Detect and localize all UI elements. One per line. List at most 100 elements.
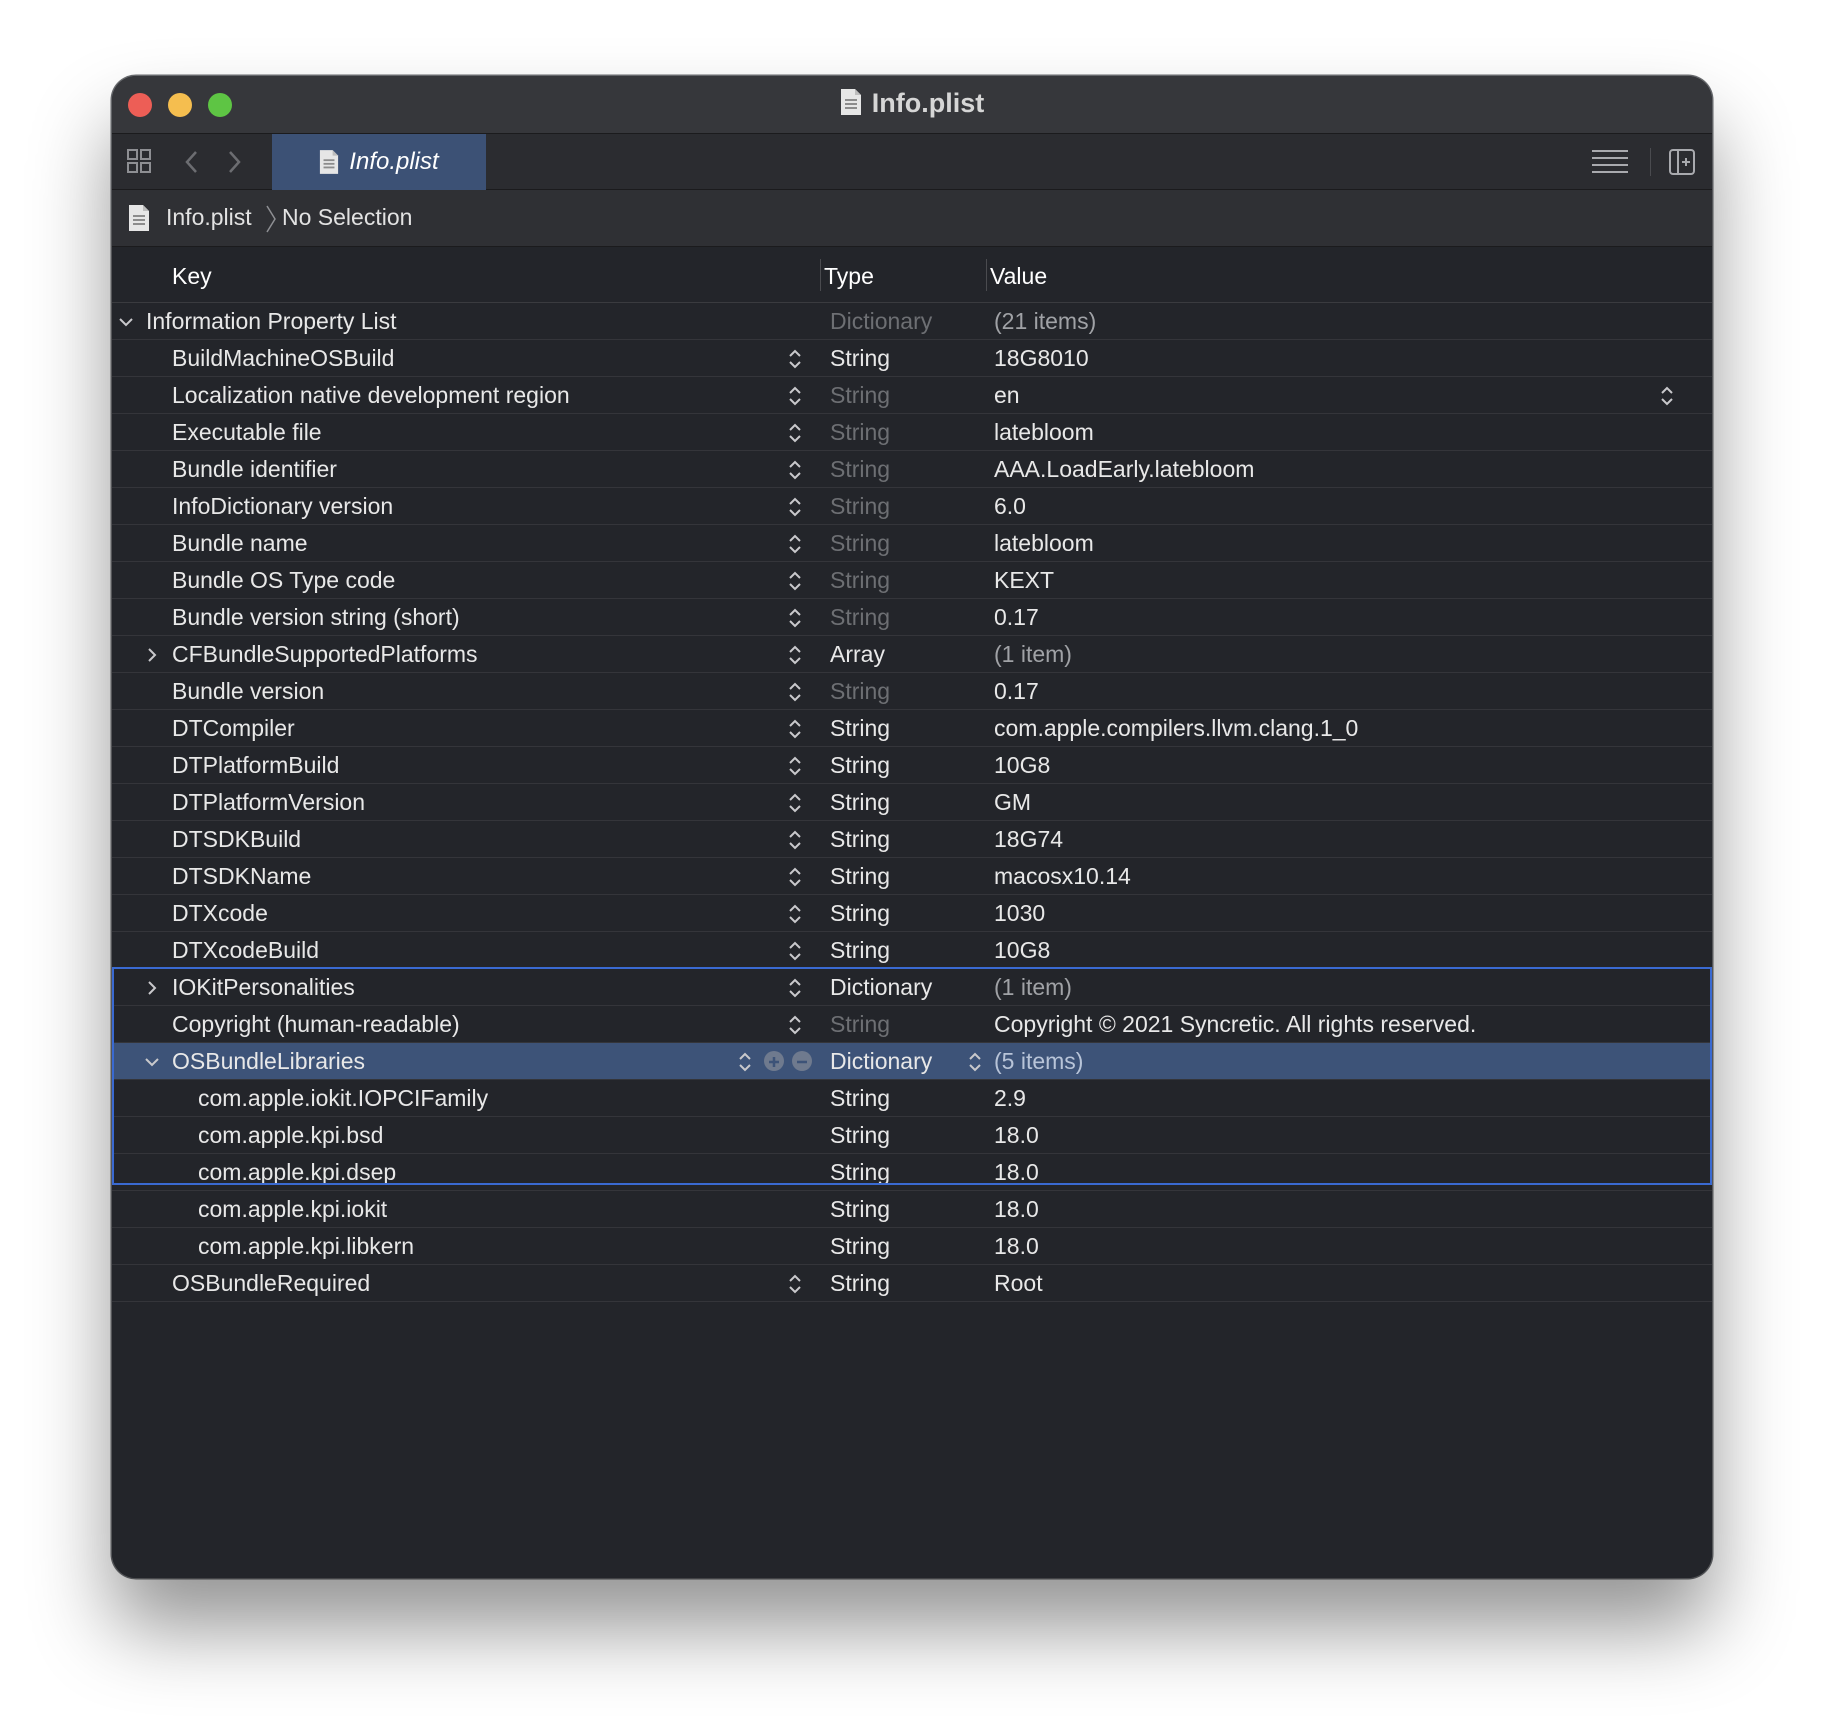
plist-row[interactable]: com.apple.kpi.iokit String 18.0 — [112, 1191, 1712, 1228]
row-value[interactable]: 10G8 — [994, 937, 1050, 964]
type-stepper-icon[interactable] — [788, 829, 802, 851]
plist-row[interactable]: Bundle identifier String AAA.LoadEarly.lat… — [112, 451, 1712, 488]
plist-row[interactable]: DTCompiler String com.apple.compilers.llvm… — [112, 710, 1712, 747]
row-type[interactable]: String — [830, 678, 890, 705]
type-stepper-icon[interactable] — [788, 607, 802, 629]
editor-options-lines-icon[interactable] — [1592, 148, 1628, 176]
row-type[interactable]: String — [830, 752, 890, 779]
plist-row[interactable]: InfoDictionary version String 6.0 — [112, 488, 1712, 525]
plist-row[interactable]: Localization native development region St… — [112, 377, 1712, 414]
breadcrumb-file[interactable]: Info.plist — [166, 204, 252, 231]
row-type[interactable]: String — [830, 863, 890, 890]
row-type[interactable]: Array — [830, 641, 885, 668]
column-type[interactable]: Type — [824, 263, 874, 290]
row-type[interactable]: String — [830, 1085, 890, 1112]
plist-row[interactable]: com.apple.kpi.libkern String 18.0 — [112, 1228, 1712, 1265]
disclosure-expanded-icon[interactable] — [144, 1054, 160, 1070]
plist-row[interactable]: Bundle version String 0.17 — [112, 673, 1712, 710]
row-type[interactable]: String — [830, 493, 890, 520]
forward-chevron-icon[interactable] — [226, 150, 242, 174]
type-popup-stepper-icon[interactable] — [968, 1051, 982, 1073]
plist-row[interactable]: DTXcodeBuild String 10G8 — [112, 932, 1712, 969]
row-value[interactable]: (1 item) — [994, 974, 1072, 1001]
plist-row[interactable]: Bundle name String latebloom — [112, 525, 1712, 562]
row-value[interactable]: 0.17 — [994, 678, 1039, 705]
type-stepper-icon[interactable] — [788, 385, 802, 407]
disclosure-collapsed-icon[interactable] — [144, 647, 160, 663]
row-type[interactable]: Dictionary — [830, 308, 932, 335]
row-type[interactable]: String — [830, 900, 890, 927]
type-stepper-icon[interactable] — [788, 348, 802, 370]
row-type[interactable]: String — [830, 1196, 890, 1223]
row-type[interactable]: String — [830, 530, 890, 557]
remove-row-button[interactable] — [792, 1051, 812, 1071]
row-value[interactable]: 18.0 — [994, 1196, 1039, 1223]
plist-row[interactable]: DTXcode String 1030 — [112, 895, 1712, 932]
plist-row[interactable]: DTSDKBuild String 18G74 — [112, 821, 1712, 858]
add-editor-icon[interactable] — [1668, 148, 1696, 176]
column-separator[interactable] — [986, 259, 987, 291]
row-type[interactable]: String — [830, 419, 890, 446]
tab-info-plist[interactable]: Info.plist — [272, 134, 486, 190]
type-stepper-icon[interactable] — [788, 459, 802, 481]
plist-row[interactable]: BuildMachineOSBuild String 18G8010 — [112, 340, 1712, 377]
breadcrumb-selection[interactable]: No Selection — [282, 204, 412, 231]
row-value[interactable]: 18.0 — [994, 1233, 1039, 1260]
plist-row[interactable]: DTPlatformVersion String GM — [112, 784, 1712, 821]
row-value[interactable]: AAA.LoadEarly.latebloom — [994, 456, 1254, 483]
row-value[interactable]: 18.0 — [994, 1122, 1039, 1149]
type-stepper-icon[interactable] — [788, 496, 802, 518]
row-value[interactable]: 18G74 — [994, 826, 1063, 853]
column-separator[interactable] — [820, 259, 821, 291]
type-stepper-icon[interactable] — [788, 940, 802, 962]
row-type[interactable]: String — [830, 789, 890, 816]
type-stepper-icon[interactable] — [788, 718, 802, 740]
plist-row[interactable]: Executable file String latebloom — [112, 414, 1712, 451]
plist-row[interactable]: OSBundleLibraries Dictionary (5 items) — [112, 1043, 1712, 1080]
row-type[interactable]: String — [830, 567, 890, 594]
row-value[interactable]: 18G8010 — [994, 345, 1089, 372]
type-stepper-icon[interactable] — [788, 570, 802, 592]
plist-row[interactable]: CFBundleSupportedPlatforms Array (1 item) — [112, 636, 1712, 673]
row-type[interactable]: String — [830, 826, 890, 853]
row-type[interactable]: String — [830, 1011, 890, 1038]
type-stepper-icon[interactable] — [788, 1273, 802, 1295]
column-value[interactable]: Value — [990, 263, 1047, 290]
type-stepper-icon[interactable] — [788, 755, 802, 777]
row-value[interactable]: 18.0 — [994, 1159, 1039, 1186]
back-chevron-icon[interactable] — [184, 150, 200, 174]
add-row-button[interactable] — [764, 1051, 784, 1071]
row-type[interactable]: String — [830, 715, 890, 742]
row-type[interactable]: String — [830, 382, 890, 409]
type-stepper-icon[interactable] — [788, 681, 802, 703]
row-type[interactable]: String — [830, 1122, 890, 1149]
row-value[interactable]: 0.17 — [994, 604, 1039, 631]
row-value[interactable]: Root — [994, 1270, 1043, 1297]
row-value[interactable]: 1030 — [994, 900, 1045, 927]
row-type[interactable]: String — [830, 345, 890, 372]
type-stepper-icon[interactable] — [788, 1014, 802, 1036]
plist-row[interactable]: IOKitPersonalities Dictionary (1 item) — [112, 969, 1712, 1006]
row-value[interactable]: latebloom — [994, 419, 1094, 446]
row-type[interactable]: Dictionary — [830, 1048, 932, 1075]
disclosure-collapsed-icon[interactable] — [144, 980, 160, 996]
row-value[interactable]: 10G8 — [994, 752, 1050, 779]
row-value[interactable]: (1 item) — [994, 641, 1072, 668]
row-value[interactable]: com.apple.compilers.llvm.clang.1_0 — [994, 715, 1358, 742]
type-stepper-icon[interactable] — [788, 792, 802, 814]
disclosure-expanded-icon[interactable] — [118, 314, 134, 330]
row-value[interactable]: Copyright © 2021 Syncretic. All rights r… — [994, 1011, 1476, 1038]
plist-row[interactable]: OSBundleRequired String Root — [112, 1265, 1712, 1302]
row-type[interactable]: String — [830, 604, 890, 631]
value-popup-stepper-icon[interactable] — [1660, 385, 1674, 407]
row-value[interactable]: GM — [994, 789, 1031, 816]
row-value[interactable]: latebloom — [994, 530, 1094, 557]
type-stepper-icon[interactable] — [788, 903, 802, 925]
plist-row[interactable]: Information Property List Dictionary (21 i… — [112, 303, 1712, 340]
row-value[interactable]: 2.9 — [994, 1085, 1026, 1112]
related-items-grid-icon[interactable] — [126, 148, 152, 174]
row-type[interactable]: String — [830, 1270, 890, 1297]
plist-row[interactable]: Bundle version string (short) String 0.17 — [112, 599, 1712, 636]
type-stepper-icon[interactable] — [788, 422, 802, 444]
row-value[interactable]: macosx10.14 — [994, 863, 1131, 890]
